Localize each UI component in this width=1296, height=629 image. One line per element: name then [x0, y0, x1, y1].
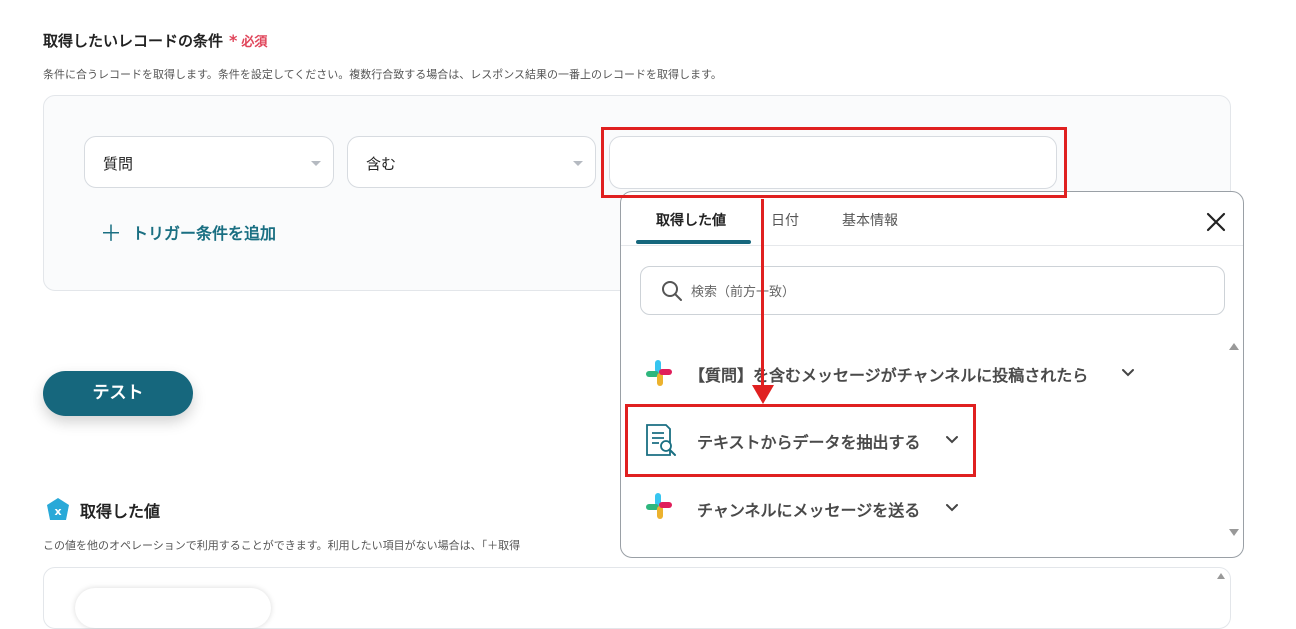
condition-description: 条件に合うレコードを取得します。条件を設定してください。複数行合致する場合は、レ… — [43, 68, 722, 81]
required-star: * — [229, 31, 238, 50]
caret-down-icon — [311, 161, 321, 166]
add-trigger-condition-button[interactable]: ＋ トリガー条件を追加 — [100, 216, 276, 248]
caret-down-icon — [573, 161, 583, 166]
search-icon — [661, 280, 683, 306]
acquired-value-pill[interactable] — [75, 588, 271, 628]
popup-item-label: チャンネルにメッセージを送る — [697, 501, 921, 520]
tab-acquired-values[interactable]: 取得した値 — [656, 210, 726, 230]
acquired-values-title: 取得した値 — [80, 502, 161, 521]
scroll-up-icon[interactable] — [1217, 573, 1225, 579]
popup-item-send-message[interactable]: チャンネルにメッセージを送る — [644, 490, 974, 526]
svg-text:x: x — [54, 505, 61, 518]
popup-item-label: 【質問】を含むメッセージがチャンネルに投稿されたら — [689, 366, 1089, 385]
acquired-values-description: この値を他のオペレーションで利用することができます。利用したい項目がない場合は、… — [43, 539, 521, 552]
popup-item-trigger[interactable]: 【質問】を含むメッセージがチャンネルに投稿されたら — [644, 355, 1144, 391]
highlight-extract-item — [625, 404, 976, 477]
condition-title-text: 取得したいレコードの条件 — [43, 32, 224, 50]
annotation-arrow-line — [761, 199, 764, 387]
search-input[interactable] — [689, 279, 1193, 305]
tab-divider — [621, 245, 1243, 246]
variable-badge-icon: x — [45, 497, 71, 527]
operator-select[interactable]: 含む — [347, 136, 596, 188]
scroll-up-icon[interactable] — [1229, 343, 1239, 350]
condition-section-title: 取得したいレコードの条件 * 必須 — [43, 30, 267, 51]
plus-icon: ＋ — [100, 222, 123, 247]
active-tab-indicator — [636, 240, 751, 244]
popup-search-field[interactable] — [640, 266, 1225, 315]
field-select-value: 質問 — [103, 155, 134, 173]
chevron-down-icon — [1120, 365, 1136, 385]
test-button[interactable]: テスト — [43, 371, 193, 416]
slack-icon — [644, 358, 674, 392]
chevron-down-icon — [944, 500, 960, 520]
slack-icon — [644, 491, 674, 525]
annotation-arrow-head — [752, 385, 774, 404]
highlight-value-input — [601, 127, 1067, 198]
scroll-down-icon[interactable] — [1229, 529, 1239, 536]
tab-date[interactable]: 日付 — [771, 210, 799, 230]
add-trigger-label: トリガー条件を追加 — [132, 224, 277, 243]
field-select[interactable]: 質問 — [84, 136, 334, 188]
required-label: 必須 — [241, 35, 268, 50]
close-icon[interactable] — [1204, 210, 1228, 234]
operator-select-value: 含む — [366, 155, 397, 173]
tab-basic-info[interactable]: 基本情報 — [842, 210, 898, 230]
